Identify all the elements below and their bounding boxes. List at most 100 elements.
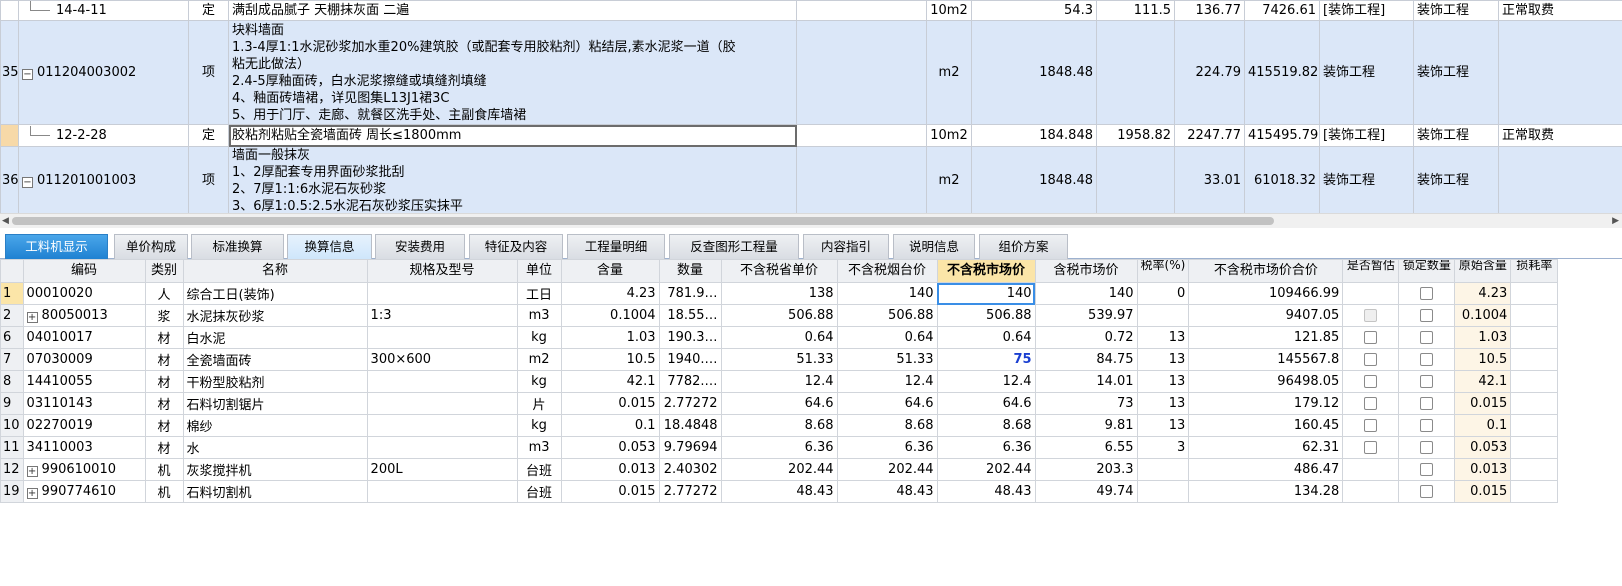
column-header-6[interactable]: 含量 [560, 259, 660, 283]
tab-3[interactable]: 换算信息 [287, 234, 372, 259]
estimate-checkbox[interactable] [1364, 375, 1378, 388]
item-category[interactable]: [装饰工程] [1319, 124, 1414, 147]
resource-market-price-tax[interactable]: 6.55 [1034, 436, 1138, 459]
resource-unit[interactable]: m3 [516, 304, 562, 327]
resource-market-price[interactable]: 506.88 [936, 304, 1036, 327]
resource-market-price-tax[interactable]: 203.3 [1034, 458, 1138, 481]
estimate-checkbox-cell[interactable] [1342, 458, 1400, 481]
lock-qty-checkbox-cell[interactable] [1398, 392, 1456, 415]
resource-market-total[interactable]: 145567.8 [1188, 348, 1344, 371]
lock-quantity-checkbox[interactable] [1420, 353, 1434, 366]
row-number[interactable]: 7 [0, 348, 24, 371]
resource-original-content[interactable]: 10.5 [1454, 348, 1512, 371]
resource-row[interactable]: 1 00010020 人综合工日(装饰) 工日 4.23 781.9… 138 140 140 1… [0, 282, 1559, 305]
estimate-checkbox-cell[interactable] [1342, 370, 1400, 393]
lock-qty-checkbox-cell[interactable] [1398, 304, 1456, 327]
item-fee-type[interactable]: 正常取费 [1498, 124, 1622, 147]
row-number[interactable]: 10 [0, 414, 24, 437]
resource-market-price[interactable]: 202.44 [936, 458, 1036, 481]
item-blank-cell[interactable] [796, 124, 927, 147]
column-header-1[interactable]: 编码 [22, 259, 146, 283]
item-category[interactable]: 装饰工程 [1319, 146, 1414, 216]
resource-market-price[interactable]: 0.64 [936, 326, 1036, 349]
horizontal-scrollbar[interactable]: ◀ ▶ [0, 213, 1622, 228]
tab-4[interactable]: 安装费用 [375, 234, 465, 259]
resource-name[interactable]: 水 [182, 436, 368, 459]
resource-province-price[interactable]: 6.36 [720, 436, 838, 459]
resource-unit[interactable]: kg [516, 414, 562, 437]
resource-market-total[interactable]: 486.47 [1188, 458, 1344, 481]
item-major[interactable]: 装饰工程 [1413, 146, 1499, 216]
resource-code-cell[interactable]: 34110003 [22, 436, 146, 459]
resource-tax-rate[interactable]: 0 [1136, 282, 1190, 305]
row-number[interactable]: 9 [0, 392, 24, 415]
resource-code-cell[interactable]: +990774610 [22, 480, 146, 503]
resource-spec[interactable] [366, 480, 518, 503]
resource-row[interactable]: 10 02270019 材棉纱 kg 0.1 18.4848 8.68 8.68 8.68 9.8… [0, 414, 1559, 437]
resource-row[interactable]: 2 +80050013 浆水泥抹灰砂浆 1:3 m3 0.1004 18.55… 506.88… [0, 304, 1559, 327]
resource-quantity[interactable]: 18.4848 [658, 414, 722, 437]
item-quantity[interactable]: 54.3 [971, 0, 1097, 21]
lock-qty-checkbox-cell[interactable] [1398, 458, 1456, 481]
resource-yantai-price[interactable]: 64.6 [836, 392, 938, 415]
resource-province-price[interactable]: 0.64 [720, 326, 838, 349]
tab-8[interactable]: 内容指引 [803, 234, 889, 259]
column-header-15[interactable]: 锁定数量 [1398, 259, 1456, 283]
collapse-icon[interactable]: − [22, 177, 33, 188]
item-category[interactable]: 装饰工程 [1319, 20, 1414, 125]
estimate-checkbox-cell[interactable] [1342, 480, 1400, 503]
resource-tax-rate[interactable]: 13 [1136, 370, 1190, 393]
row-number[interactable] [0, 0, 19, 21]
resource-original-content[interactable]: 0.015 [1454, 392, 1512, 415]
resource-content[interactable]: 0.1004 [560, 304, 660, 327]
row-number[interactable] [0, 124, 19, 147]
resource-spec[interactable] [366, 370, 518, 393]
lock-quantity-checkbox[interactable] [1420, 485, 1434, 498]
resource-yantai-price[interactable]: 202.44 [836, 458, 938, 481]
resource-province-price[interactable]: 202.44 [720, 458, 838, 481]
resource-content[interactable]: 0.015 [560, 480, 660, 503]
resource-code-cell[interactable]: 07030009 [22, 348, 146, 371]
resource-original-content[interactable]: 0.1004 [1454, 304, 1512, 327]
item-composite-total[interactable]: 415519.82 [1244, 20, 1320, 125]
resource-code-cell[interactable]: 00010020 [22, 282, 146, 305]
resource-market-total[interactable]: 179.12 [1188, 392, 1344, 415]
column-header-17[interactable]: 损耗率 [1510, 259, 1559, 283]
item-major[interactable]: 装饰工程 [1413, 20, 1499, 125]
resource-loss-rate[interactable] [1510, 348, 1559, 371]
lock-quantity-checkbox[interactable] [1420, 331, 1434, 344]
resource-market-price[interactable]: 64.6 [936, 392, 1036, 415]
item-blank-cell[interactable] [796, 20, 927, 125]
item-code-cell[interactable]: 12-2-28 [18, 124, 189, 147]
item-blank-cell[interactable] [796, 0, 927, 21]
resource-quantity[interactable]: 1940.… [658, 348, 722, 371]
item-major[interactable]: 装饰工程 [1413, 0, 1499, 21]
scroll-left-icon[interactable]: ◀ [2, 216, 9, 226]
resource-tax-rate[interactable] [1136, 458, 1190, 481]
resource-loss-rate[interactable] [1510, 436, 1559, 459]
item-price[interactable]: 1958.82 [1096, 124, 1175, 147]
resource-category[interactable]: 材 [144, 348, 184, 371]
item-name-cell[interactable]: 满刮成品腻子 天棚抹灰面 二遍 [228, 0, 797, 21]
item-composite-total[interactable]: 7426.61 [1244, 0, 1320, 21]
resource-yantai-price[interactable]: 51.33 [836, 348, 938, 371]
column-header-14[interactable]: 是否暂估 [1342, 259, 1400, 283]
item-code-cell[interactable]: −011201001003 [18, 146, 189, 216]
resource-content[interactable]: 0.015 [560, 392, 660, 415]
estimate-checkbox-cell[interactable] [1342, 304, 1400, 327]
row-number[interactable]: 2 [0, 304, 24, 327]
lock-qty-checkbox-cell[interactable] [1398, 480, 1456, 503]
row-number[interactable]: 11 [0, 436, 24, 459]
resource-content[interactable]: 4.23 [560, 282, 660, 305]
item-price[interactable] [1096, 146, 1175, 216]
item-composite-unit-price[interactable]: 33.01 [1174, 146, 1245, 216]
lock-quantity-checkbox[interactable] [1420, 397, 1434, 410]
scrollbar-thumb[interactable] [12, 217, 1274, 225]
row-number[interactable]: 12 [0, 458, 24, 481]
row-number[interactable]: 35 [0, 20, 19, 125]
resource-category[interactable]: 机 [144, 458, 184, 481]
item-kind[interactable]: 项 [188, 146, 229, 216]
resource-content[interactable]: 0.1 [560, 414, 660, 437]
lock-qty-checkbox-cell[interactable] [1398, 370, 1456, 393]
estimate-checkbox-cell[interactable] [1342, 392, 1400, 415]
